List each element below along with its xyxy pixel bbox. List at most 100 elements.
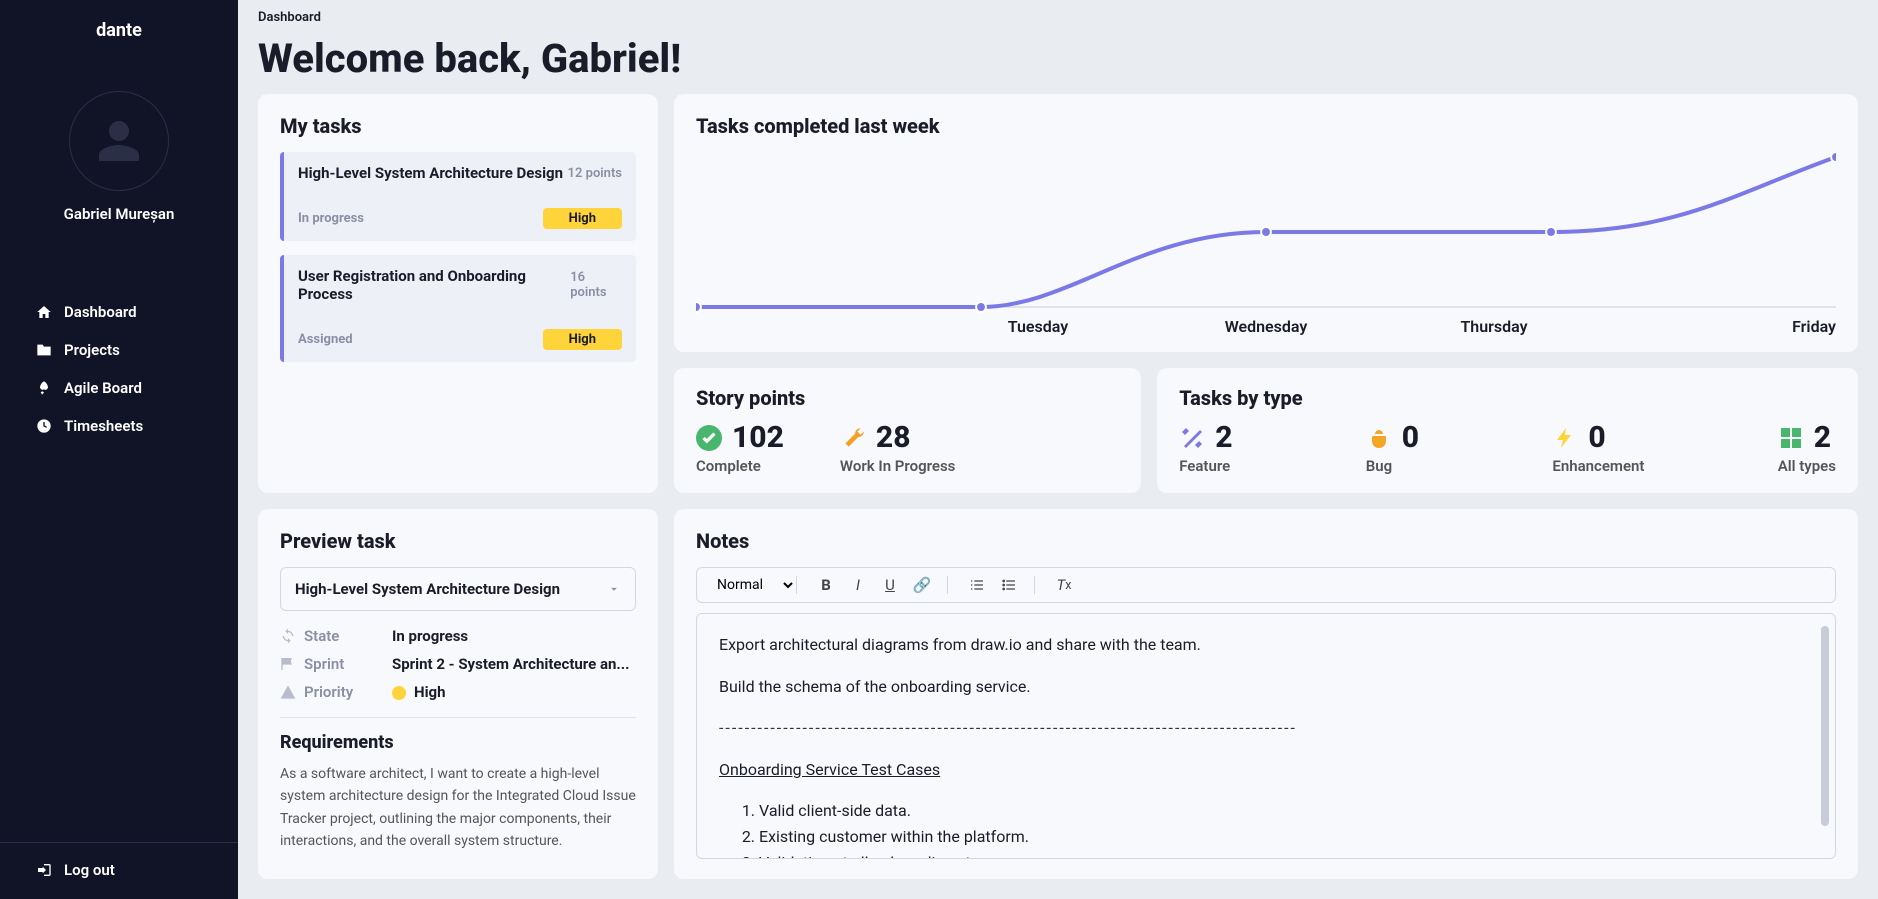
meta-value: Sprint 2 - System Architecture an...: [392, 655, 636, 673]
nav-label: Dashboard: [64, 303, 137, 321]
chart-axis-labels: Monday Tuesday Wednesday Thursday Friday: [696, 317, 1836, 336]
stat-enhancement: 0 Enhancement: [1552, 420, 1644, 475]
italic-button[interactable]: I: [849, 576, 867, 594]
clear-format-button[interactable]: Tx: [1055, 576, 1073, 594]
nav-label: Projects: [64, 341, 120, 359]
stat-label: Enhancement: [1552, 457, 1644, 475]
bolt-icon: [1552, 425, 1578, 451]
preview-task-card: Preview task High-Level System Architect…: [258, 509, 658, 879]
brand-logo: dante: [0, 20, 238, 41]
task-points: 12 points: [568, 166, 622, 181]
folder-icon: [36, 342, 52, 358]
card-title: Tasks completed last week: [696, 114, 1836, 138]
tools-icon: [1179, 425, 1205, 451]
breadcrumb: Dashboard: [258, 10, 1858, 25]
select-value: High-Level System Architecture Design: [295, 580, 560, 598]
list-item: Validation at all onboarding steps.: [759, 850, 1813, 859]
line-chart: Monday Tuesday Wednesday Thursday Friday: [696, 152, 1836, 332]
card-title: Story points: [696, 386, 1119, 410]
stat-value: 102: [732, 420, 784, 455]
home-icon: [36, 304, 52, 320]
task-name: User Registration and Onboarding Process: [298, 267, 570, 303]
bug-icon: [1366, 425, 1392, 451]
nav-timesheets[interactable]: Timesheets: [24, 407, 214, 445]
task-state: Assigned: [298, 332, 353, 347]
username: Gabriel Mureșan: [64, 205, 175, 223]
format-select[interactable]: Normal: [713, 576, 797, 594]
story-points-card: Story points 102 Complete: [674, 368, 1141, 493]
sidebar: dante Gabriel Mureșan Dashboard Projects…: [0, 0, 238, 899]
avatar[interactable]: [69, 91, 169, 191]
task-item[interactable]: High-Level System Architecture Design 12…: [280, 152, 636, 241]
logout-button[interactable]: Log out: [0, 842, 238, 879]
card-title: My tasks: [280, 114, 636, 138]
note-line: Export architectural diagrams from draw.…: [719, 632, 1813, 658]
scrollbar[interactable]: [1821, 626, 1829, 826]
check-icon: [696, 425, 722, 451]
stat-feature: 2 Feature: [1179, 420, 1232, 475]
requirements-body: As a software architect, I want to creat…: [280, 763, 636, 859]
stat-label: Bug: [1366, 457, 1419, 475]
meta-sprint: Sprint Sprint 2 - System Architecture an…: [280, 655, 636, 673]
notes-card: Notes Normal B I U 🔗 Tx: [674, 509, 1858, 879]
grid-icon: [1778, 425, 1804, 451]
clock-icon: [36, 418, 52, 434]
nav-label: Agile Board: [64, 379, 142, 397]
stat-value: 0: [1402, 420, 1419, 455]
nav-agile[interactable]: Agile Board: [24, 369, 214, 407]
meta-priority: Priority High: [280, 683, 636, 701]
meta-value: In progress: [392, 627, 636, 645]
wrench-icon: [840, 425, 866, 451]
card-title: Tasks by type: [1179, 386, 1836, 410]
chart-card: Tasks completed last week Monday Tuesday: [674, 94, 1858, 352]
logout-icon: [36, 862, 52, 878]
stat-value: 2: [1814, 420, 1831, 455]
task-priority: High: [543, 329, 622, 350]
nav-dashboard[interactable]: Dashboard: [24, 293, 214, 331]
warning-icon: [280, 684, 296, 700]
chevron-down-icon: [607, 582, 621, 596]
task-points: 16 points: [570, 270, 622, 300]
stat-value: 0: [1588, 420, 1605, 455]
requirements-title: Requirements: [280, 732, 636, 753]
logout-label: Log out: [64, 861, 115, 879]
stat-all: 2 All types: [1778, 420, 1836, 475]
note-line: Build the schema of the onboarding servi…: [719, 674, 1813, 700]
stat-bug: 0 Bug: [1366, 420, 1419, 475]
note-heading: Onboarding Service Test Cases: [719, 757, 1813, 783]
task-item[interactable]: User Registration and Onboarding Process…: [280, 255, 636, 362]
card-title: Preview task: [280, 529, 636, 553]
list-item: Existing customer within the platform.: [759, 824, 1813, 850]
page-title: Welcome back, Gabriel!: [258, 35, 1858, 82]
rocket-icon: [36, 380, 52, 396]
stat-complete: 102 Complete: [696, 420, 784, 475]
stat-label: Complete: [696, 457, 784, 475]
nav: Dashboard Projects Agile Board Timesheet…: [0, 293, 238, 842]
bold-button[interactable]: B: [817, 576, 835, 594]
task-name: High-Level System Architecture Design: [298, 164, 563, 182]
stat-label: All types: [1778, 457, 1836, 475]
note-list: Valid client-side data. Existing custome…: [719, 798, 1813, 859]
stat-label: Feature: [1179, 457, 1232, 475]
unordered-list-button[interactable]: [1000, 576, 1018, 594]
note-separator: ----------------------------------------…: [719, 715, 1813, 741]
card-title: Notes: [696, 529, 1836, 553]
refresh-icon: [280, 628, 296, 644]
underline-button[interactable]: U: [881, 576, 899, 594]
tasks-by-type-card: Tasks by type 2 Feature 0 Bug 0 Enhancem: [1157, 368, 1858, 493]
notes-editor[interactable]: Export architectural diagrams from draw.…: [696, 613, 1836, 859]
stat-value: 28: [876, 420, 911, 455]
profile: Gabriel Mureșan: [0, 91, 238, 223]
my-tasks-card: My tasks High-Level System Architecture …: [258, 94, 658, 493]
nav-label: Timesheets: [64, 417, 143, 435]
flag-icon: [280, 656, 296, 672]
user-icon: [95, 117, 143, 165]
meta-value: High: [392, 683, 636, 701]
task-select[interactable]: High-Level System Architecture Design: [280, 567, 636, 611]
stat-wip: 28 Work In Progress: [840, 420, 956, 475]
task-priority: High: [543, 208, 622, 229]
stat-value: 2: [1215, 420, 1232, 455]
link-button[interactable]: 🔗: [913, 576, 931, 594]
ordered-list-button[interactable]: [968, 576, 986, 594]
nav-projects[interactable]: Projects: [24, 331, 214, 369]
